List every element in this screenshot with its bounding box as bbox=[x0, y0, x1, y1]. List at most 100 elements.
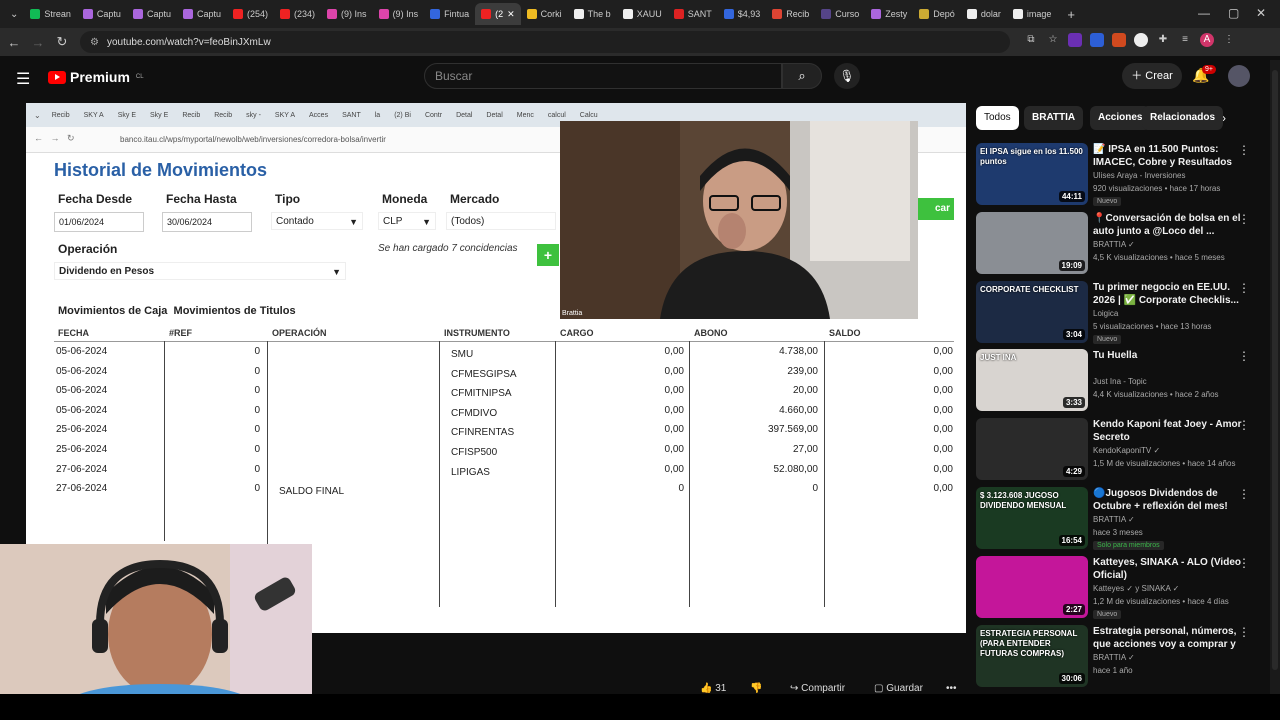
browser-tab[interactable]: Curso bbox=[815, 3, 865, 25]
video-menu-icon[interactable]: ⋮ bbox=[1238, 212, 1250, 226]
browser-tab[interactable]: XAUU bbox=[617, 3, 668, 25]
video-title[interactable]: 📍Conversación de bolsa en el auto junto … bbox=[1093, 212, 1243, 238]
browser-tab[interactable]: Captu bbox=[77, 3, 127, 25]
page-scrollbar[interactable] bbox=[1270, 60, 1280, 696]
extension-icon[interactable] bbox=[1068, 33, 1082, 47]
table-row[interactable]: 05-06-2024 0 CFMESGIPSA 0,00 239,00 0,00 bbox=[54, 366, 954, 384]
address-input[interactable]: ⚙ youtube.com/watch?v=feoBinJXmLw bbox=[80, 31, 1010, 53]
video-thumbnail[interactable]: ESTRATEGIA PERSONAL (PARA ENTENDER FUTUR… bbox=[976, 624, 1088, 687]
video-menu-icon[interactable]: ⋮ bbox=[1238, 625, 1250, 639]
browser-menu-icon[interactable]: ⋮ bbox=[1222, 33, 1236, 47]
table-row[interactable]: 25-06-2024 0 CFISP500 0,00 27,00 0,00 bbox=[54, 444, 954, 462]
video-title[interactable]: 📝 IPSA en 11.500 Puntos: IMACEC, Cobre y… bbox=[1093, 143, 1243, 169]
video-thumbnail[interactable]: El IPSA sigue en los 11.500 puntos 44:11 bbox=[976, 143, 1088, 205]
site-info-icon[interactable]: ⚙ bbox=[90, 37, 99, 48]
back-icon[interactable]: ← bbox=[2, 35, 26, 50]
table-row[interactable]: 25-06-2024 0 CFINRENTAS 0,00 397.569,00 0,00 bbox=[54, 424, 954, 442]
related-video-item[interactable]: $ 3.123.608 JUGOSO DIVIDENDO MENSUAL 16:5… bbox=[976, 487, 1266, 551]
filter-chip[interactable]: BRATTIA bbox=[1024, 106, 1084, 130]
cast-icon[interactable]: ⧉ bbox=[1024, 33, 1038, 47]
browser-tab[interactable]: Strean bbox=[24, 3, 77, 25]
table-row[interactable]: 27-06-2024 0 LIPIGAS 0,00 52.080,00 0,00 bbox=[54, 464, 954, 482]
channel-name[interactable]: Ulises Araya - Inversiones bbox=[1093, 171, 1185, 180]
browser-tab[interactable]: (254) bbox=[227, 3, 274, 25]
tab-movimientos-titulos[interactable]: Movimientos de Titulos bbox=[174, 305, 296, 317]
column-header[interactable]: OPERACIÓN bbox=[272, 328, 327, 338]
video-menu-icon[interactable]: ⋮ bbox=[1238, 349, 1250, 363]
browser-tab[interactable]: Zesty bbox=[865, 3, 913, 25]
related-video-item[interactable]: El IPSA sigue en los 11.500 puntos 44:11 📝… bbox=[976, 143, 1266, 207]
channel-name[interactable]: Just Ina - Topic bbox=[1093, 377, 1147, 386]
bookmark-star-icon[interactable]: ☆ bbox=[1046, 33, 1060, 47]
create-button[interactable]: ＋ Crear bbox=[1122, 63, 1182, 89]
video-title[interactable]: Katteyes, SINAKA - ALO (Video Oficial) bbox=[1093, 556, 1243, 582]
channel-name[interactable]: Loigica bbox=[1093, 309, 1118, 318]
browser-tab[interactable]: (234) bbox=[274, 3, 321, 25]
column-header[interactable]: CARGO bbox=[560, 328, 594, 338]
browser-tab[interactable]: image bbox=[1007, 3, 1058, 25]
video-thumbnail[interactable]: $ 3.123.608 JUGOSO DIVIDENDO MENSUAL 16:5… bbox=[976, 487, 1088, 549]
related-video-item[interactable]: ESTRATEGIA PERSONAL (PARA ENTENDER FUTUR… bbox=[976, 624, 1266, 689]
video-title[interactable]: Kendo Kaponi feat Joey - Amor Secreto bbox=[1093, 418, 1243, 444]
channel-name[interactable]: BRATTIA ✓ bbox=[1093, 515, 1135, 524]
close-tab-icon[interactable]: ✕ bbox=[507, 9, 515, 20]
video-menu-icon[interactable]: ⋮ bbox=[1238, 143, 1250, 157]
add-button[interactable]: + bbox=[537, 244, 559, 266]
video-thumbnail[interactable]: JUST INA 3:33 bbox=[976, 349, 1088, 412]
browser-tab[interactable]: (9) Ins bbox=[321, 3, 373, 25]
puzzle-icon[interactable]: ✚ bbox=[1156, 33, 1170, 47]
browser-tab[interactable]: Depó bbox=[913, 3, 961, 25]
tab-search-icon[interactable]: ⌄ bbox=[4, 9, 24, 20]
video-thumbnail[interactable]: CORPORATE CHECKLIST 3:04 bbox=[976, 280, 1088, 343]
channel-name[interactable]: Katteyes ✓ y SINAKA ✓ bbox=[1093, 584, 1179, 593]
related-video-item[interactable]: JUST INA 3:33 Tu Huella Just Ina - Topic 4,4… bbox=[976, 349, 1266, 413]
video-menu-icon[interactable]: ⋮ bbox=[1238, 418, 1250, 432]
moneda-select[interactable]: CLP ▼ bbox=[378, 212, 436, 230]
browser-tab[interactable]: dolar bbox=[961, 3, 1007, 25]
maximize-icon[interactable]: ▢ bbox=[1228, 6, 1239, 20]
filter-chip[interactable]: Relacionados bbox=[1142, 106, 1224, 130]
table-row[interactable]: 05-06-2024 0 CFMITNIPSA 0,00 20,00 0,00 bbox=[54, 385, 954, 403]
column-header[interactable]: FECHA bbox=[58, 328, 89, 338]
browser-tab[interactable]: $4,93 bbox=[718, 3, 767, 25]
column-header[interactable]: #REF bbox=[169, 328, 192, 338]
extension-icon[interactable] bbox=[1112, 33, 1126, 47]
video-thumbnail[interactable]: 19:09 bbox=[976, 211, 1088, 274]
account-avatar[interactable] bbox=[1228, 65, 1250, 87]
video-title[interactable]: Tu primer negocio en EE.UU. 2026 | ✅ Cor… bbox=[1093, 281, 1243, 307]
reading-list-icon[interactable]: ≡ bbox=[1178, 33, 1192, 47]
new-tab-button[interactable]: + bbox=[1057, 7, 1085, 22]
mercado-select[interactable]: (Todos) bbox=[446, 212, 556, 230]
browser-tab[interactable]: Captu bbox=[177, 3, 227, 25]
table-row[interactable]: 05-06-2024 0 CFMDIVO 0,00 4.660,00 0,00 bbox=[54, 405, 954, 423]
buscar-button[interactable]: car bbox=[914, 198, 954, 220]
extension-icon[interactable] bbox=[1090, 33, 1104, 47]
related-video-item[interactable]: 19:09 📍Conversación de bolsa en el auto j… bbox=[976, 211, 1266, 276]
browser-tab[interactable]: (9) Ins bbox=[373, 3, 425, 25]
scrollbar-thumb[interactable] bbox=[1272, 70, 1278, 670]
close-window-icon[interactable]: ✕ bbox=[1256, 6, 1266, 20]
browser-tab[interactable]: Captu bbox=[127, 3, 177, 25]
browser-tab[interactable]: (2 ✕ bbox=[475, 3, 521, 25]
search-input[interactable]: Buscar bbox=[424, 63, 782, 89]
video-menu-icon[interactable]: ⋮ bbox=[1238, 281, 1250, 295]
related-video-item[interactable]: 2:27 Katteyes, SINAKA - ALO (Video Oficia… bbox=[976, 555, 1266, 620]
video-title[interactable]: 🔵Jugosos Dividendos de Octubre + reflexi… bbox=[1093, 487, 1243, 513]
extension-icon[interactable] bbox=[1134, 33, 1148, 47]
browser-tab[interactable]: Fintua bbox=[424, 3, 475, 25]
column-header[interactable]: SALDO bbox=[829, 328, 861, 338]
column-header[interactable]: ABONO bbox=[694, 328, 728, 338]
channel-name[interactable]: BRATTIA ✓ bbox=[1093, 240, 1135, 249]
video-title[interactable]: Tu Huella bbox=[1093, 349, 1243, 362]
tipo-select[interactable]: Contado ▼ bbox=[271, 212, 363, 230]
filter-chip[interactable]: Todos bbox=[976, 106, 1019, 130]
related-video-item[interactable]: 4:29 Kendo Kaponi feat Joey - Amor Secret… bbox=[976, 418, 1266, 482]
tab-movimientos-caja[interactable]: Movimientos de Caja bbox=[58, 305, 167, 317]
channel-name[interactable]: BRATTIA ✓ bbox=[1093, 653, 1135, 662]
forward-icon[interactable]: → bbox=[26, 35, 50, 50]
video-thumbnail[interactable]: 2:27 bbox=[976, 555, 1088, 618]
browser-tab[interactable]: SANT bbox=[668, 3, 718, 25]
fecha-hasta-input[interactable]: 30/06/2024 bbox=[162, 212, 252, 232]
video-menu-icon[interactable]: ⋮ bbox=[1238, 556, 1250, 570]
related-video-item[interactable]: CORPORATE CHECKLIST 3:04 Tu primer negocio… bbox=[976, 280, 1266, 345]
